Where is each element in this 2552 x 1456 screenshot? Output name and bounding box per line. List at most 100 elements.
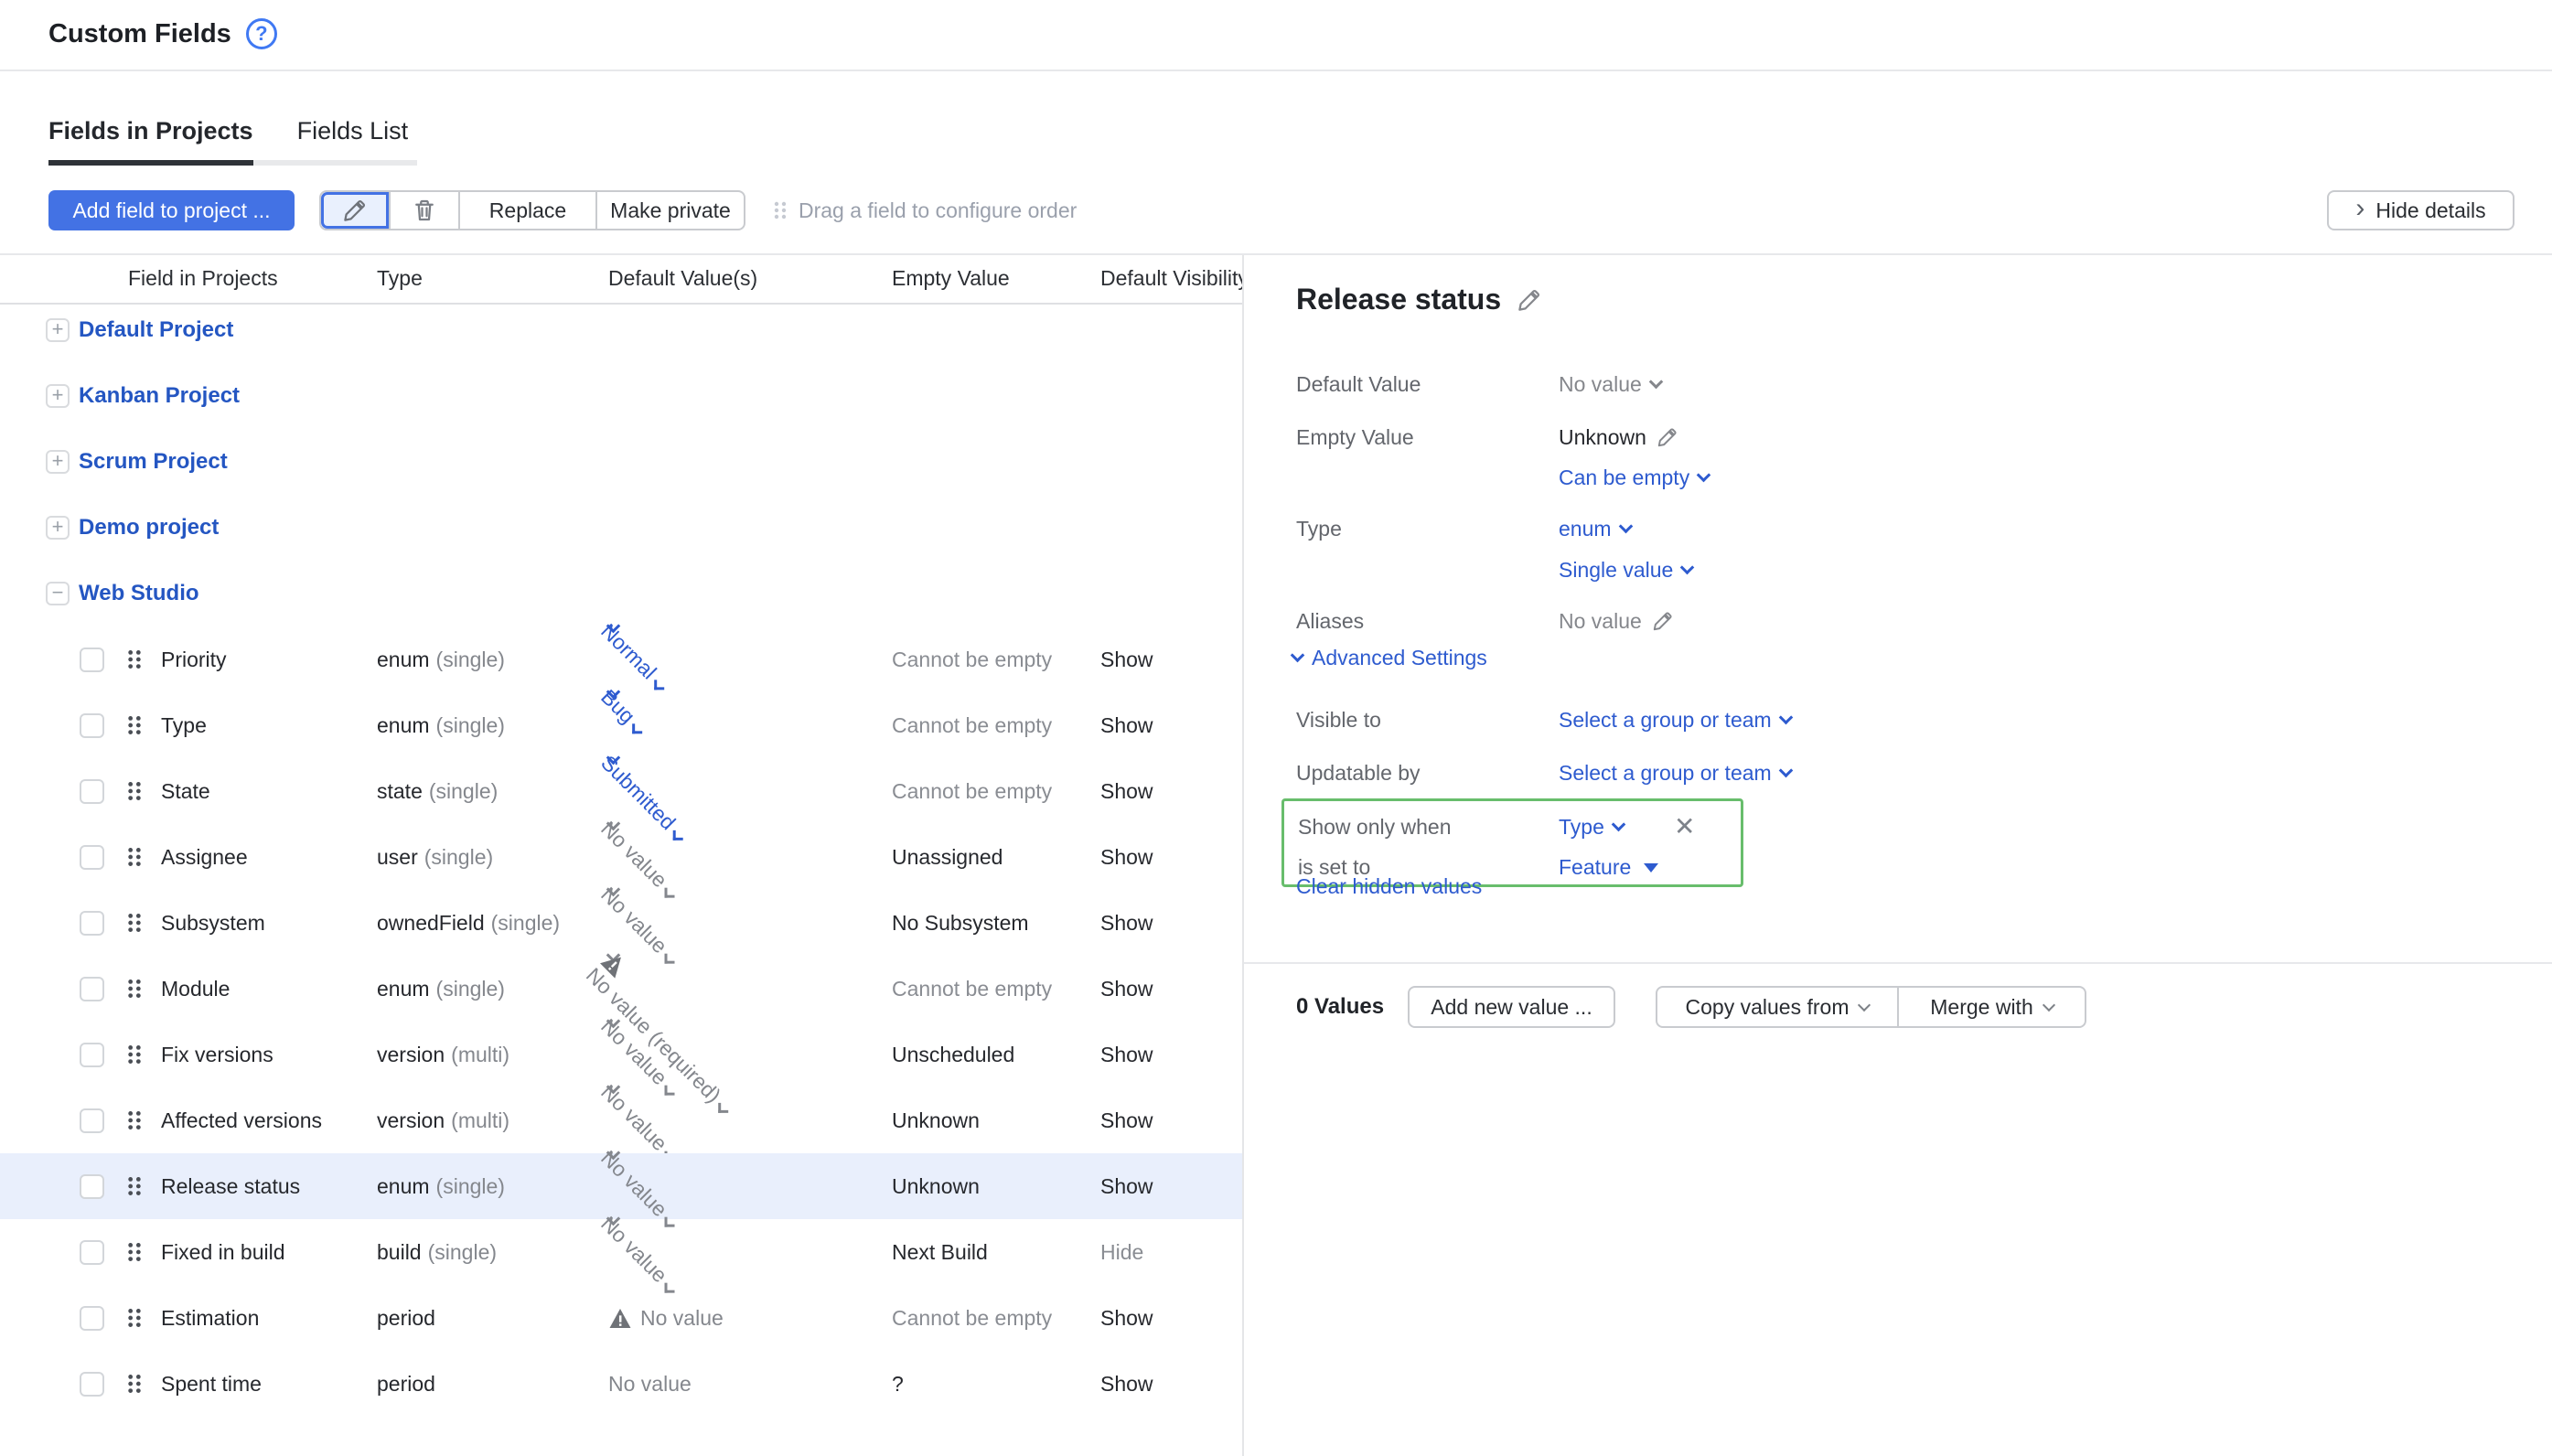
row-checkbox[interactable] [80, 1174, 104, 1199]
field-row[interactable]: Module enum (single) No value (required)… [0, 956, 1242, 1022]
row-checkbox[interactable] [80, 1306, 104, 1331]
field-row[interactable]: State state (single) Submitted Cannot be… [0, 758, 1242, 824]
row-checkbox[interactable] [80, 911, 104, 936]
field-row[interactable]: Type enum (single) Bug Cannot be empty S… [0, 692, 1242, 758]
project-name-link[interactable]: Demo project [79, 515, 219, 541]
expand-toggle-icon[interactable] [46, 318, 70, 342]
drag-handle-icon[interactable] [126, 1351, 143, 1417]
row-checkbox[interactable] [80, 977, 104, 1001]
default-value-text: No value [596, 1212, 672, 1288]
project-name-link[interactable]: Scrum Project [79, 449, 228, 475]
project-group-row[interactable]: Kanban Project [0, 363, 1242, 429]
drag-handle-icon[interactable] [126, 1087, 143, 1153]
make-private-button[interactable]: Make private [595, 192, 744, 229]
condition-field-dropdown[interactable]: Type [1559, 815, 1624, 840]
field-type: enum [377, 648, 430, 672]
field-name: Priority [161, 626, 227, 692]
help-icon[interactable]: ? [246, 18, 277, 49]
field-row[interactable]: Fixed in build build (single) No value N… [0, 1219, 1242, 1285]
can-be-empty-dropdown[interactable]: Can be empty [1559, 466, 1709, 490]
project-name-link[interactable]: Web Studio [79, 581, 199, 606]
default-visibility-toggle[interactable]: Show [1100, 824, 1153, 890]
drag-handle-icon[interactable] [126, 758, 143, 824]
field-type-cardinality: (single) [436, 977, 505, 1001]
add-new-value-button[interactable]: Add new value ... [1408, 986, 1615, 1028]
expand-toggle-icon[interactable] [46, 516, 70, 540]
default-visibility-toggle[interactable]: Show [1100, 1153, 1153, 1219]
project-group-row[interactable]: Scrum Project [0, 429, 1242, 495]
row-checkbox[interactable] [80, 845, 104, 870]
default-visibility-toggle[interactable]: Show [1100, 956, 1153, 1022]
drag-handle-icon[interactable] [126, 1219, 143, 1285]
delete-field-button[interactable] [389, 192, 458, 229]
edit-pencil-icon[interactable] [1651, 609, 1675, 633]
replace-button[interactable]: Replace [458, 192, 595, 229]
drag-handle-icon[interactable] [126, 956, 143, 1022]
drag-handle-icon[interactable] [126, 1022, 143, 1087]
project-group-row[interactable]: Demo project [0, 495, 1242, 561]
default-visibility-toggle[interactable]: Show [1100, 1022, 1153, 1087]
copy-values-from-button[interactable]: Copy values from [1657, 988, 1897, 1026]
default-visibility-toggle[interactable]: Show [1100, 692, 1153, 758]
edit-title-pencil-icon[interactable] [1516, 286, 1543, 314]
row-checkbox[interactable] [80, 648, 104, 672]
chevron-down-icon [1291, 648, 1305, 662]
row-checkbox[interactable] [80, 779, 104, 804]
clear-hidden-values-link[interactable]: Clear hidden values [1296, 874, 1482, 899]
single-value-dropdown[interactable]: Single value [1559, 558, 1692, 583]
drag-handle-icon[interactable] [126, 824, 143, 890]
hide-details-button[interactable]: › Hide details [2327, 190, 2514, 230]
drag-handle-icon[interactable] [126, 890, 143, 956]
field-name: Module [161, 956, 230, 1022]
row-checkbox[interactable] [80, 1372, 104, 1397]
default-visibility-toggle[interactable]: Show [1100, 890, 1153, 956]
advanced-settings-toggle[interactable]: Advanced Settings [1292, 646, 1487, 670]
edit-field-button[interactable] [321, 192, 389, 229]
field-row[interactable]: Assignee user (single) No value Unassign… [0, 824, 1242, 890]
tab-fields-list[interactable]: Fields List [253, 117, 418, 166]
add-field-to-project-button[interactable]: Add field to project ... [48, 190, 295, 230]
row-checkbox[interactable] [80, 1043, 104, 1067]
default-value-dropdown[interactable]: No value [608, 1285, 724, 1351]
drag-handle-icon[interactable] [126, 1153, 143, 1219]
field-row[interactable]: Priority enum (single) Normal Cannot be … [0, 626, 1242, 692]
field-name: Estimation [161, 1285, 259, 1351]
remove-condition-icon[interactable]: ✕ [1674, 814, 1695, 840]
default-visibility-toggle[interactable]: Show [1100, 1087, 1153, 1153]
expand-toggle-icon[interactable] [46, 582, 70, 605]
drag-handle-icon[interactable] [126, 626, 143, 692]
project-group-row[interactable]: Web Studio [0, 561, 1242, 626]
default-value-dropdown[interactable]: No value [1559, 372, 1661, 397]
project-name-link[interactable]: Kanban Project [79, 383, 240, 409]
default-visibility-toggle[interactable]: Show [1100, 1285, 1153, 1351]
edit-pencil-icon[interactable] [1656, 425, 1679, 449]
default-visibility-toggle[interactable]: Show [1100, 1351, 1153, 1417]
default-value-text: No value [596, 817, 672, 893]
default-visibility-toggle[interactable]: Show [1100, 626, 1153, 692]
field-row[interactable]: Spent time period No value ? Show [0, 1351, 1242, 1417]
tab-fields-in-projects[interactable]: Fields in Projects [48, 117, 253, 166]
field-row[interactable]: Affected versions version (multi) No val… [0, 1087, 1242, 1153]
default-value-text: No value [596, 1014, 672, 1090]
default-visibility-toggle[interactable]: Hide [1100, 1219, 1143, 1285]
field-row[interactable]: Subsystem ownedField (single) No value N… [0, 890, 1242, 956]
default-value-dropdown[interactable]: No value [608, 1351, 692, 1417]
expand-toggle-icon[interactable] [46, 450, 70, 474]
field-row[interactable]: Fix versions version (multi) No value Un… [0, 1022, 1242, 1087]
project-group-row[interactable]: Default Project [0, 297, 1242, 363]
default-visibility-toggle[interactable]: Show [1100, 758, 1153, 824]
row-checkbox[interactable] [80, 1108, 104, 1133]
chevron-right-icon: › [2355, 195, 2364, 222]
field-row[interactable]: Release status enum (single) No value Un… [0, 1153, 1242, 1219]
updatable-by-dropdown[interactable]: Select a group or team [1559, 761, 1791, 786]
project-name-link[interactable]: Default Project [79, 317, 233, 343]
drag-handle-icon[interactable] [126, 692, 143, 758]
row-checkbox[interactable] [80, 713, 104, 738]
drag-handle-icon[interactable] [126, 1285, 143, 1351]
expand-toggle-icon[interactable] [46, 384, 70, 408]
field-row[interactable]: Estimation period No value Cannot be emp… [0, 1285, 1242, 1351]
type-dropdown[interactable]: enum [1559, 517, 1631, 541]
visible-to-dropdown[interactable]: Select a group or team [1559, 708, 1791, 733]
row-checkbox[interactable] [80, 1240, 104, 1265]
merge-with-button[interactable]: Merge with [1897, 988, 2085, 1026]
